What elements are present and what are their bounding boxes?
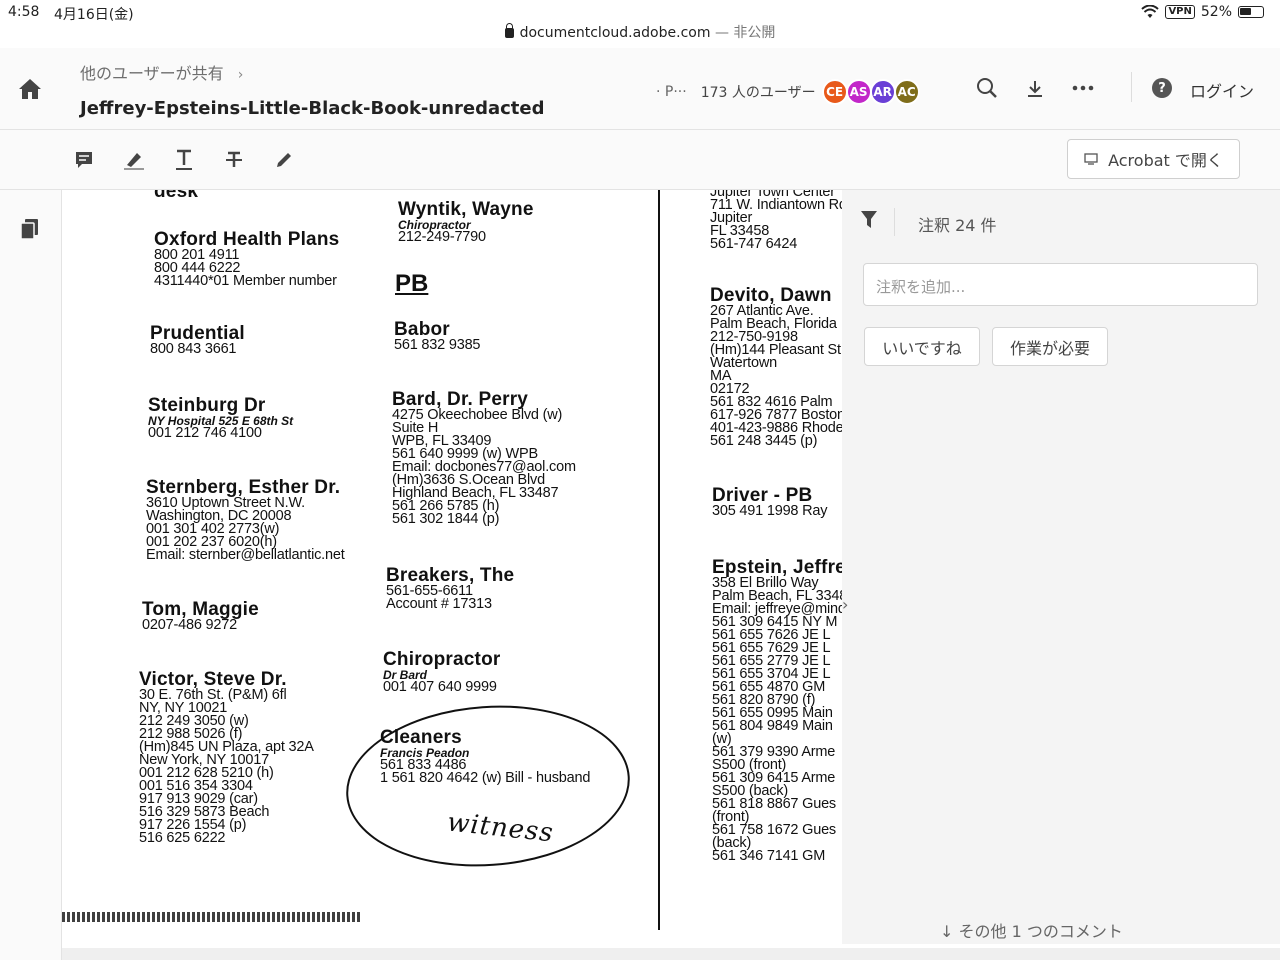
- lock-icon: [504, 23, 514, 38]
- shared-people[interactable]: · P··· 173 人のユーザー CE AS AR AC: [656, 79, 920, 105]
- address-entry: Breakers, The 561-655-6611 Account # 17313: [386, 566, 514, 611]
- highlight-icon[interactable]: [122, 148, 146, 172]
- document-title: Jeffrey-Epsteins-Little-Black-Book-unred…: [80, 98, 545, 119]
- entry-line: 001 407 640 9999: [383, 679, 497, 695]
- people-truncated: · P···: [656, 84, 687, 100]
- panel-divider: [894, 208, 895, 236]
- like-button[interactable]: いいですね: [864, 327, 980, 366]
- left-rail: [0, 190, 62, 960]
- address-column-3-clip: Jupiter Town Center 711 W. Indiantown Rd J…: [710, 190, 842, 930]
- login-button[interactable]: ログイン: [1190, 78, 1254, 102]
- status-time: 4:58: [8, 4, 40, 20]
- strikethrough-icon[interactable]: [222, 148, 246, 172]
- search-icon[interactable]: [975, 76, 999, 100]
- address-entry: Tom, Maggie 0207-486 9272: [142, 600, 259, 632]
- entry-line: 561-747 6424: [710, 236, 798, 252]
- vpn-badge: VPN: [1165, 5, 1195, 19]
- arrow-down-icon: ↓: [940, 922, 954, 941]
- entry-name: Cleaners: [380, 727, 462, 748]
- breadcrumb[interactable]: 他のユーザーが共有 ›: [80, 60, 243, 84]
- app-header: 他のユーザーが共有 › Jeffrey-Epsteins-Little-Black…: [0, 48, 1280, 130]
- entry-name: desk: [154, 190, 199, 202]
- address-entry: Babor 561 832 9385: [394, 320, 481, 353]
- chevron-right-icon: ›: [237, 67, 244, 83]
- address-entry: Epstein, Jeffrey358 El Brillo WayPalm Be…: [712, 558, 842, 863]
- annotation-toolbar: Acrobat で開く: [0, 130, 1280, 190]
- entry-line: 516 625 6222: [139, 830, 226, 846]
- text-underline-icon[interactable]: [172, 148, 196, 172]
- entry-name: Chiropractor: [383, 649, 501, 670]
- address-entry: Steinburg Dr NY Hospital 525 E 68th St 001…: [148, 396, 293, 440]
- entry-line: 561 302 1844 (p): [392, 511, 500, 527]
- entry-line: 561 346 7141 GM: [712, 848, 826, 864]
- avatar[interactable]: AS: [845, 79, 872, 105]
- handdrawn-circle: [340, 696, 636, 876]
- address-entry: Oxford Health Plans 800 201 4911 800 444 6…: [154, 230, 339, 288]
- open-in-acrobat-label: Acrobat で開く: [1108, 151, 1223, 170]
- comment-count: 注釈 24 件: [918, 216, 997, 235]
- entry-line: 4311440*01 Member number: [154, 273, 337, 289]
- download-icon[interactable]: [1023, 76, 1047, 100]
- action-required-button[interactable]: 作業が必要: [992, 327, 1108, 366]
- entry-name: Steinburg Dr: [148, 395, 266, 416]
- home-icon[interactable]: [18, 78, 42, 100]
- header-divider: [1131, 72, 1132, 102]
- pb-heading: PB: [395, 270, 429, 297]
- entry-line: 561 832 9385: [394, 337, 481, 353]
- entry-line: 561 248 3445 (p): [710, 433, 818, 449]
- entry-line: 001 212 746 4100: [148, 425, 262, 441]
- address-entry: Bard, Dr. Perry 4275 Okeechobee Blvd (w) S…: [392, 390, 576, 526]
- filter-icon[interactable]: [860, 210, 878, 230]
- scan-artifact: [62, 912, 362, 922]
- avatar[interactable]: AC: [893, 79, 920, 105]
- monitor-icon: [1084, 153, 1098, 165]
- address-entry: Victor, Steve Dr. 30 E. 76th St. (P&M) 6f…: [139, 670, 314, 845]
- bottom-scroll-area: [62, 948, 1280, 960]
- status-bar: 4:58 4月16日(金) VPN 52%: [0, 0, 1280, 24]
- url-bar[interactable]: documentcloud.adobe.com — 非公開: [0, 22, 1280, 42]
- status-date: 4月16日(金): [54, 7, 134, 23]
- pdf-page[interactable]: PB witness desk Oxford Health Plans 800 20…: [62, 190, 842, 948]
- battery-level: [1240, 8, 1251, 15]
- comment-icon[interactable]: [72, 148, 96, 172]
- address-entry: Cleaners Francis Peadon 561 833 4486 1 561 …: [380, 728, 590, 785]
- entry-line: 212-249-7790: [398, 229, 486, 245]
- address-entry: Chiropractor Dr Bard 001 407 640 9999: [383, 650, 500, 694]
- entry-line: Email: sternber@bellatlantic.net: [146, 547, 345, 563]
- url-text: documentcloud.adobe.com: [519, 25, 711, 41]
- comments-panel: 注釈 24 件 注釈を追加... いいですね 作業が必要 › ↓ その他 1 つ…: [842, 190, 1280, 944]
- entry-line: 0207-486 9272: [142, 617, 237, 633]
- battery-percent: 52%: [1200, 4, 1232, 20]
- entry-line: Account # 17313: [386, 596, 492, 612]
- address-entry: Prudential 800 843 3661: [150, 324, 245, 356]
- panel-collapse-chevron-icon[interactable]: ›: [842, 595, 848, 614]
- entry-name: Wyntik, Wayne: [398, 199, 534, 220]
- help-icon[interactable]: ?: [1152, 78, 1172, 98]
- page-thumbnails-icon[interactable]: [20, 218, 40, 240]
- entry-line: 1 561 820 4642 (w) Bill - husband: [380, 770, 591, 786]
- address-entry: Jupiter Town Center 711 W. Indiantown Rd J…: [710, 190, 842, 251]
- more-comments-label: その他 1 つのコメント: [958, 922, 1123, 941]
- address-entry: desk: [154, 190, 198, 201]
- entry-line: 800 843 3661: [150, 341, 237, 357]
- avatar-group[interactable]: CE AS AR AC: [821, 79, 920, 105]
- wifi-icon: [1141, 5, 1160, 18]
- address-entry: Sternberg, Esther Dr. 3610 Uptown Street …: [146, 478, 345, 562]
- avatar[interactable]: AR: [869, 79, 896, 105]
- avatar[interactable]: CE: [821, 79, 848, 105]
- more-options-icon[interactable]: [1071, 76, 1095, 100]
- breadcrumb-shared[interactable]: 他のユーザーが共有: [80, 64, 224, 83]
- open-in-acrobat-button[interactable]: Acrobat で開く: [1067, 139, 1240, 179]
- privacy-label: — 非公開: [714, 25, 776, 41]
- address-entry: Wyntik, Wayne Chiropractor 212-249-7790: [398, 200, 534, 244]
- draw-pencil-icon[interactable]: [272, 148, 296, 172]
- entry-line: 305 491 1998 Ray: [712, 503, 828, 519]
- address-entry: Devito, Dawn 267 Atlantic Ave. Palm Beach,…: [710, 286, 842, 448]
- column-divider: [658, 190, 660, 930]
- more-comments-link[interactable]: ↓ その他 1 つのコメント: [940, 918, 1123, 942]
- add-comment-input[interactable]: 注釈を追加...: [863, 263, 1258, 306]
- address-entry: Driver - PB 305 491 1998 Ray: [712, 486, 828, 519]
- battery-icon: [1238, 6, 1264, 18]
- people-count: 173 人のユーザー: [700, 85, 816, 101]
